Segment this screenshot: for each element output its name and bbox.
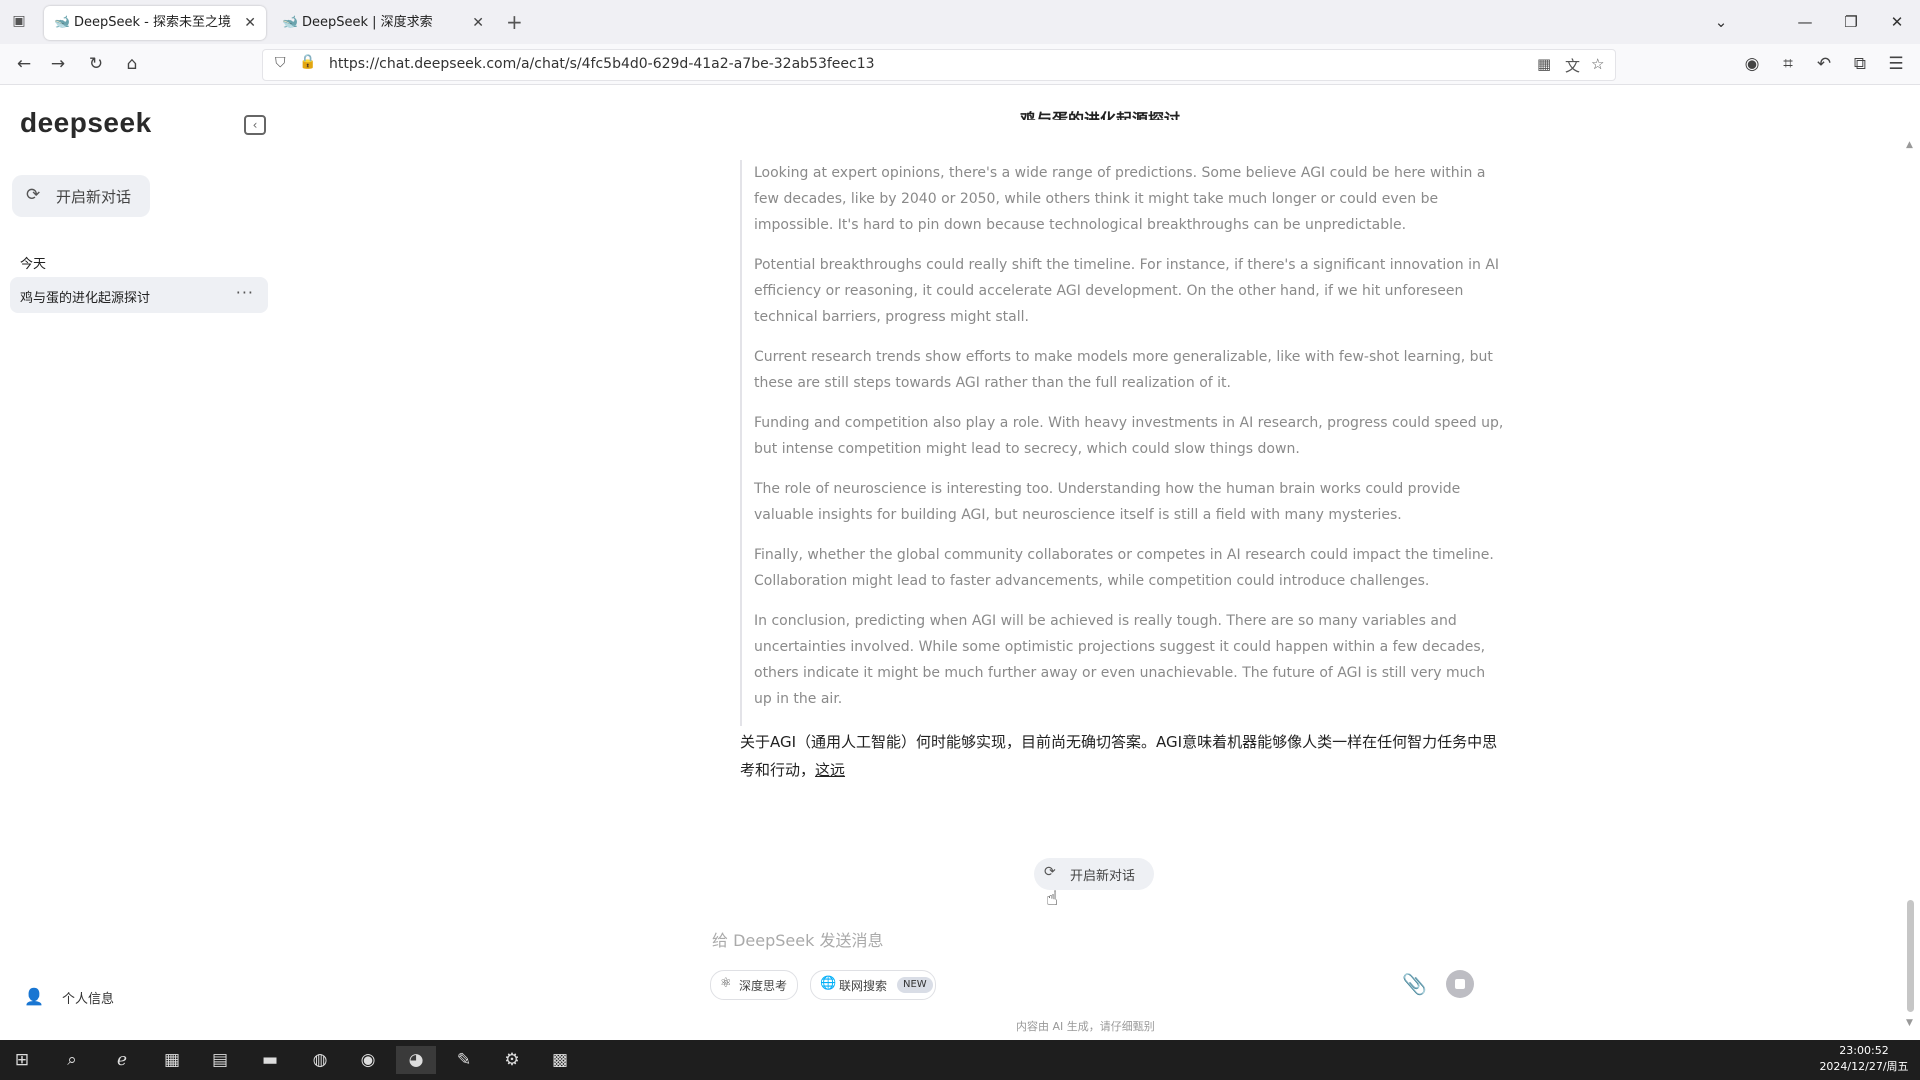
paperclip-icon[interactable]: 📎 bbox=[1402, 972, 1427, 996]
deep-think-toggle[interactable]: ⚛ 深度思考 bbox=[710, 970, 798, 1000]
app-grid-icon[interactable]: ▦ bbox=[152, 1046, 192, 1074]
user-icon: 👤 bbox=[24, 987, 44, 1006]
floating-new-chat-label: 开启新对话 bbox=[1070, 869, 1136, 884]
ai-disclaimer: 内容由 AI 生成，请仔细甄别 bbox=[1016, 1020, 1155, 1033]
whale-icon: 🐋 bbox=[54, 15, 71, 30]
message-composer: ⚛ 深度思考 🌐 联网搜索 NEW 📎 bbox=[700, 918, 1500, 1018]
more-options-icon[interactable]: ··· bbox=[236, 283, 254, 302]
new-chat-icon: ⟳ bbox=[26, 185, 41, 205]
thinking-paragraph: In conclusion, predicting when AGI will … bbox=[754, 613, 1486, 707]
new-chat-icon: ⟳ bbox=[1044, 864, 1056, 880]
assistant-answer: 关于AGI（通用人工智能）何时能够实现，目前尚无确切答案。AGI意味着机器能够像… bbox=[740, 728, 1500, 784]
collapse-sidebar-icon[interactable]: ‹ bbox=[244, 115, 266, 135]
chat-title: 鸡与蛋的进化起源探讨 bbox=[1019, 110, 1180, 120]
chat-header: 鸡与蛋的进化起源探讨 bbox=[280, 0, 1920, 120]
search-icon[interactable]: ⌕ bbox=[52, 1046, 92, 1074]
scrollbar-thumb[interactable] bbox=[1907, 900, 1914, 1012]
close-icon[interactable]: ✕ bbox=[244, 6, 256, 40]
thinking-paragraph: Current research trends show efforts to … bbox=[754, 349, 1493, 391]
stop-generation-button[interactable] bbox=[1446, 970, 1474, 998]
clock-time: 23:00:52 bbox=[1839, 1044, 1889, 1057]
deepseek-logo[interactable]: deepseek bbox=[20, 107, 152, 139]
tab-list-icon[interactable]: ▣ bbox=[10, 12, 28, 30]
scroll-down-icon[interactable]: ▼ bbox=[1906, 1018, 1913, 1028]
deep-think-label: 深度思考 bbox=[739, 979, 788, 993]
hand-cursor-icon: ☝ bbox=[1046, 886, 1059, 910]
thinking-paragraph: Finally, whether the global community co… bbox=[754, 547, 1494, 589]
scroll-up-icon[interactable]: ▲ bbox=[1906, 140, 1913, 150]
thinking-paragraph: Potential breakthroughs could really shi… bbox=[754, 257, 1500, 325]
answer-streaming-tail: 这远 bbox=[815, 761, 846, 779]
system-clock[interactable]: 23:00:52 2024/12/27/周五 bbox=[1816, 1043, 1912, 1075]
editor-icon[interactable]: ✎ bbox=[444, 1046, 484, 1074]
chat-scrollbar[interactable]: ▲ ▼ bbox=[1904, 140, 1916, 1035]
profile-label: 个人信息 bbox=[62, 992, 115, 1007]
wechat-icon[interactable]: ◍ bbox=[300, 1046, 340, 1074]
file-explorer-icon[interactable]: ▬ bbox=[250, 1046, 290, 1074]
back-icon[interactable]: ← bbox=[12, 52, 36, 76]
tab-deepseek-chat[interactable]: 🐋 DeepSeek - 探索未至之境 ✕ bbox=[44, 6, 266, 40]
thinking-process: Looking at expert opinions, there's a wi… bbox=[740, 160, 1506, 726]
clock-date: 2024/12/27/周五 bbox=[1819, 1060, 1909, 1073]
globe-icon: 🌐 bbox=[820, 976, 837, 991]
section-today: 今天 bbox=[20, 257, 47, 272]
windows-start-icon[interactable]: ⊞ bbox=[2, 1046, 42, 1074]
new-chat-button[interactable]: ⟳ 开启新对话 bbox=[12, 175, 150, 217]
answer-text: 关于AGI（通用人工智能）何时能够实现，目前尚无确切答案。AGI意味着机器能够像… bbox=[740, 733, 1498, 779]
conversation-item[interactable]: 鸡与蛋的进化起源探讨 ··· bbox=[10, 277, 268, 313]
stop-icon bbox=[1455, 979, 1465, 989]
atom-icon: ⚛ bbox=[720, 976, 732, 991]
web-search-label: 联网搜索 bbox=[839, 979, 888, 993]
message-input[interactable] bbox=[710, 926, 1414, 954]
firefox-icon[interactable]: ◕ bbox=[396, 1046, 436, 1074]
thinking-paragraph: Funding and competition also play a role… bbox=[754, 415, 1504, 457]
thinking-paragraph: Looking at expert opinions, there's a wi… bbox=[754, 165, 1486, 233]
sidebar: deepseek ‹ ⟳ 开启新对话 今天 鸡与蛋的进化起源探讨 ··· 👤 个… bbox=[0, 85, 280, 1040]
taskbar-app-icon[interactable]: ▩ bbox=[540, 1046, 580, 1074]
edge-icon[interactable]: ℯ bbox=[102, 1046, 142, 1074]
obs-icon[interactable]: ◉ bbox=[348, 1046, 388, 1074]
conversation-title: 鸡与蛋的进化起源探讨 bbox=[20, 291, 151, 306]
new-chat-label: 开启新对话 bbox=[56, 188, 132, 206]
forward-icon[interactable]: → bbox=[46, 52, 70, 76]
new-badge: NEW bbox=[897, 977, 933, 993]
web-search-toggle[interactable]: 🌐 联网搜索 NEW bbox=[810, 970, 936, 1000]
tab-title: DeepSeek - 探索未至之境 bbox=[74, 15, 231, 30]
windows-taskbar: ⊞ ⌕ ℯ ▦ ▤ ▬ ◍ ◉ ◕ ✎ ⚙ ▩ 23:00:52 2024/12… bbox=[0, 1040, 1920, 1080]
notepad-icon[interactable]: ▤ bbox=[200, 1046, 240, 1074]
thinking-paragraph: The role of neuroscience is interesting … bbox=[754, 481, 1461, 523]
settings-icon[interactable]: ⚙ bbox=[492, 1046, 532, 1074]
reload-icon[interactable]: ↻ bbox=[84, 52, 108, 76]
home-icon[interactable]: ⌂ bbox=[120, 52, 144, 76]
